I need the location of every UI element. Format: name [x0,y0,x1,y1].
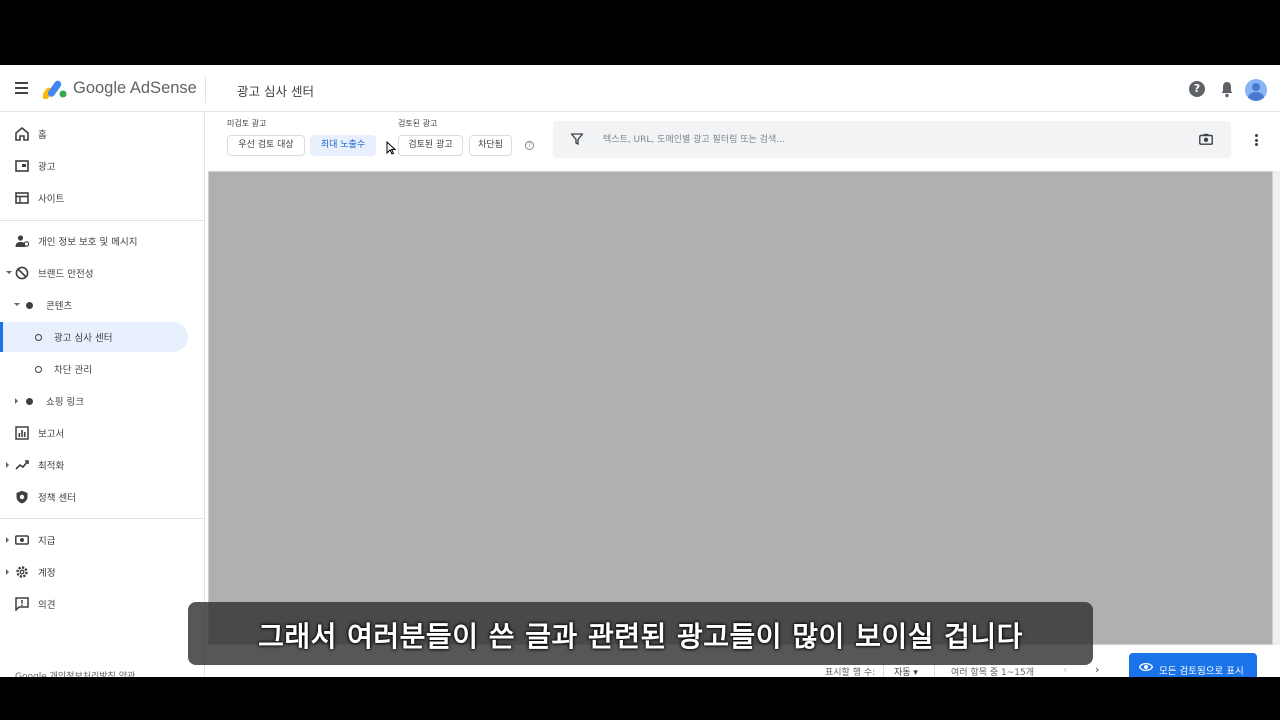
chevron-right-icon[interactable] [6,537,9,543]
video-subtitle: 그래서 여러분들이 쓴 글과 관련된 광고들이 많이 보이실 겁니다 [188,602,1093,665]
sidebar-item-reports[interactable]: 보고서 [0,418,205,448]
sites-icon [15,192,29,204]
sidebar-item-label: 홈 [38,130,47,141]
sidebar-item-optimization[interactable]: 최적화 [0,450,205,480]
active-item-indicator [0,322,3,352]
ring-icon [35,366,42,373]
mark-all-reviewed-button[interactable]: 모든 검토됨으로 표시 [1129,653,1257,677]
privacy-icon [15,235,29,247]
account-avatar[interactable] [1245,79,1267,101]
adsense-window: Google AdSense 광고 심사 센터 ? 홈 광고 사이트 개인 정보… [0,65,1280,677]
chip-most-impressions[interactable]: 최대 노출수 [310,135,376,156]
nav-divider [0,220,205,221]
sidebar-item-privacy[interactable]: 개인 정보 보호 및 메시지 [0,226,205,256]
sidebar-nav: 홈 광고 사이트 개인 정보 보호 및 메시지 브랜드 안전성 콘텐츠 광고 심… [0,112,205,677]
sidebar-item-ads[interactable]: 광고 [0,151,205,181]
menu-icon[interactable] [13,79,31,97]
sidebar-item-payments[interactable]: 지급 [0,525,205,555]
ring-icon [35,334,42,341]
camera-icon[interactable] [1199,133,1213,145]
nav-divider [0,518,205,519]
dot-icon [26,302,33,309]
sidebar-item-label: 광고 심사 센터 [54,333,113,344]
sidebar-item-brand-safety[interactable]: 브랜드 안전성 [0,258,205,288]
sidebar-item-ad-review-center[interactable]: 광고 심사 센터 [0,322,205,352]
appbar-divider [205,77,206,103]
rows-per-page-label: 표시할 행 수: [825,668,876,677]
sidebar-item-label: 콘텐츠 [46,301,73,312]
shield-icon [16,490,28,504]
sidebar-item-account[interactable]: 계정 [0,557,205,587]
settings-icon [16,566,28,578]
chevron-right-icon[interactable] [6,569,9,575]
sidebar-item-shopping-links[interactable]: 쇼핑 링크 [0,386,205,416]
sidebar-item-feedback[interactable]: 의견 [0,589,205,619]
eye-icon [1139,662,1153,672]
rows-per-page-value: 자동 [894,668,911,677]
report-icon [15,426,29,440]
sidebar-item-label: 개인 정보 보호 및 메시지 [38,237,138,248]
footer-links[interactable]: Google 개인정보처리방침 약관 [15,669,135,677]
unreviewed-ads-label: 미검토 광고 [227,119,267,128]
sidebar-item-content[interactable]: 콘텐츠 [0,290,205,320]
chevron-right-icon[interactable]: › [1095,663,1099,676]
info-icon[interactable]: ? [525,141,534,150]
sidebar-item-label: 정책 센터 [38,493,76,504]
block-icon [15,266,29,280]
mouse-cursor-icon [386,141,396,155]
sidebar-item-label: 광고 [38,162,56,173]
scrollbar[interactable] [1273,171,1280,645]
adsense-logo-icon [43,80,67,99]
reviewed-ads-label: 검토된 광고 [398,119,438,128]
top-app-bar: Google AdSense 광고 심사 센터 ? [0,65,1280,112]
sidebar-item-label: 의견 [38,600,56,611]
payment-icon [15,535,29,545]
letterbox-bottom [0,677,1280,720]
sidebar-item-blocking-controls[interactable]: 차단 관리 [0,354,205,384]
sidebar-item-label: 계정 [38,568,56,579]
more-options-icon[interactable] [1251,133,1261,147]
filter-icon[interactable] [571,133,583,145]
chevron-down-icon[interactable] [6,271,12,274]
chevron-right-icon[interactable] [15,398,18,404]
trending-icon [15,460,29,470]
sidebar-item-home[interactable]: 홈 [0,119,205,149]
feedback-icon [15,597,29,611]
page-title: 광고 심사 센터 [237,84,314,99]
notifications-icon[interactable] [1219,81,1235,98]
ad-gallery-area [208,171,1273,645]
dot-icon [26,398,33,405]
help-icon[interactable]: ? [1189,81,1205,97]
search-input[interactable] [603,131,1183,149]
sidebar-item-label: 차단 관리 [54,365,92,376]
mark-all-reviewed-label: 모든 검토됨으로 표시 [1159,666,1244,677]
chevron-down-icon[interactable] [14,303,20,306]
chevron-right-icon[interactable] [6,462,9,468]
ads-icon [15,160,29,172]
sidebar-item-label: 쇼핑 링크 [46,397,84,408]
sidebar-item-label: 지급 [38,536,56,547]
sidebar-item-label: 브랜드 안전성 [38,269,94,280]
chip-priority-review[interactable]: 우선 검토 대상 [227,135,305,156]
subtitle-text: 그래서 여러분들이 쓴 글과 관련된 광고들이 많이 보이실 겁니다 [258,620,1023,653]
search-bar[interactable] [553,121,1231,158]
sidebar-item-policy-center[interactable]: 정책 센터 [0,482,205,512]
sidebar-item-label: 사이트 [38,194,65,205]
sidebar-item-sites[interactable]: 사이트 [0,183,205,213]
letterbox-top [0,0,1280,65]
chip-blocked[interactable]: 차단됨 [469,135,512,156]
sidebar-item-label: 보고서 [38,429,65,440]
page-range-label: 여러 항목 중 1~15개 [951,668,1034,677]
chip-reviewed-ads[interactable]: 검토된 광고 [398,135,463,156]
sidebar-item-label: 최적화 [38,461,65,472]
home-icon [15,127,29,141]
app-logo-text: Google AdSense [73,79,197,97]
